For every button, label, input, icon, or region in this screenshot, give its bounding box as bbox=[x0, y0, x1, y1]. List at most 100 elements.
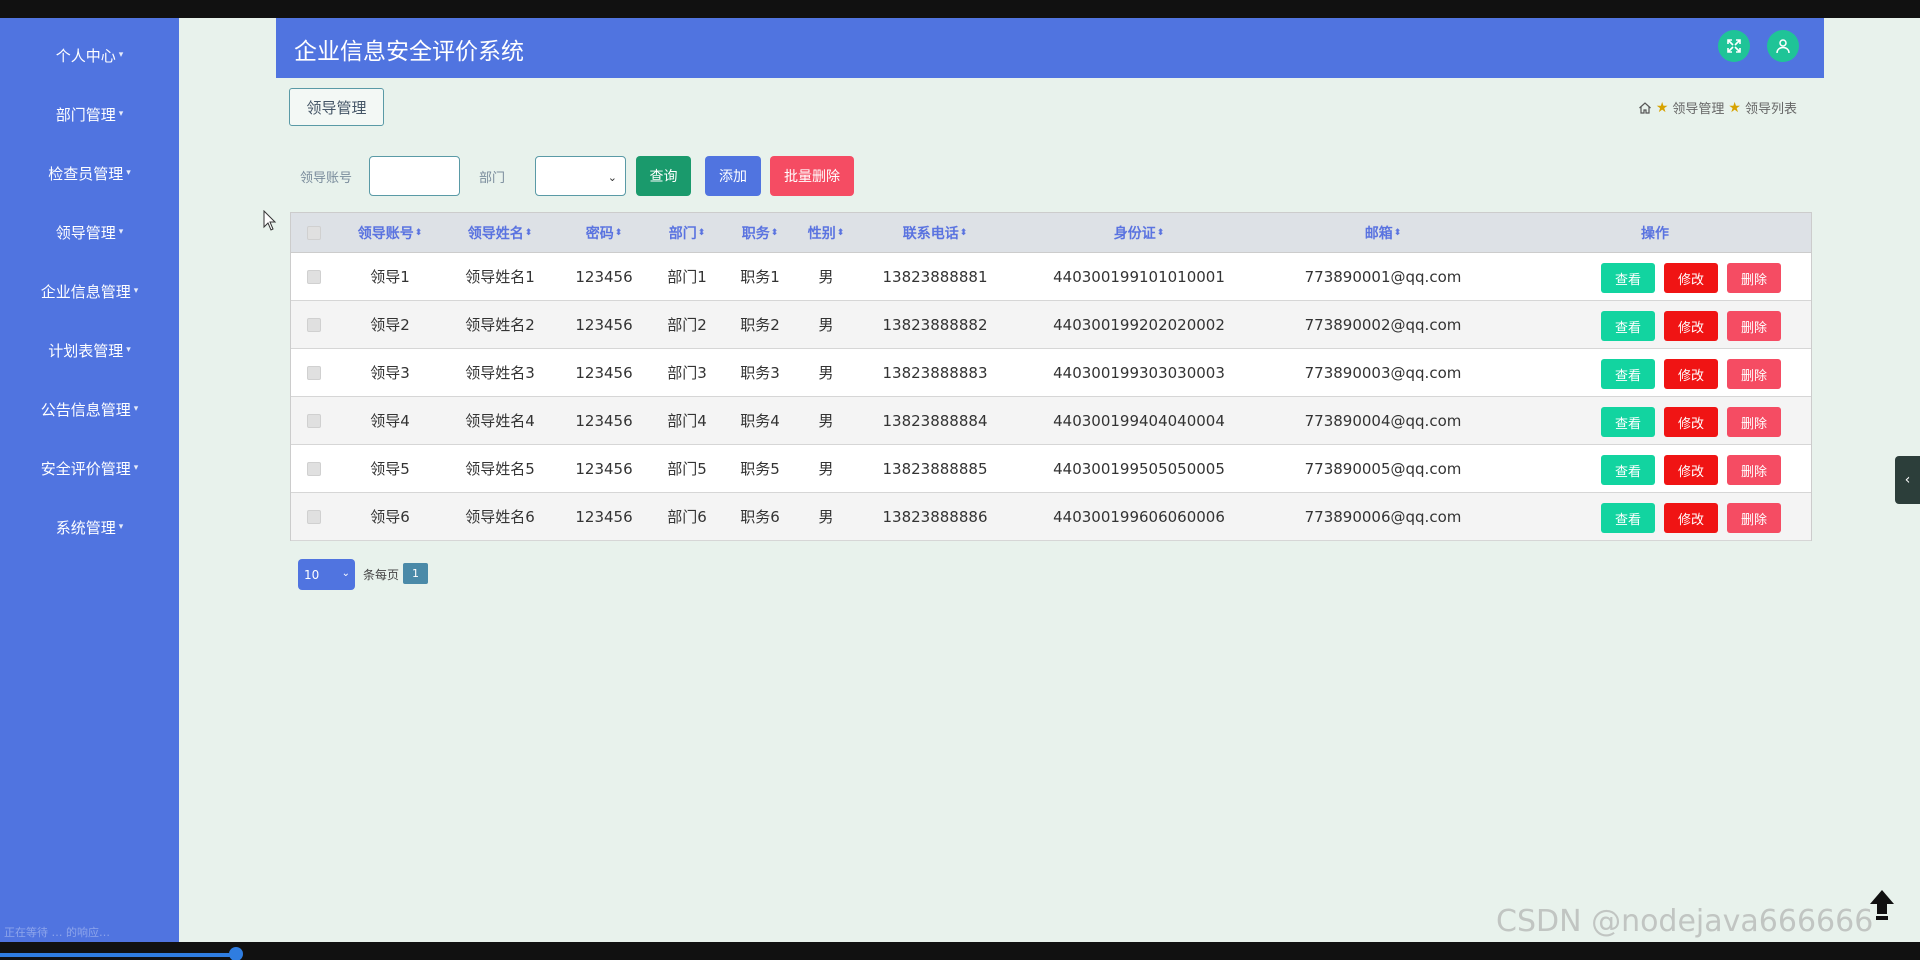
account-search-input[interactable] bbox=[369, 156, 460, 196]
cell-account: 领导1 bbox=[370, 268, 410, 286]
sidebar-item-inspector[interactable]: 检查员管理 ▾ bbox=[0, 153, 179, 193]
breadcrumb: ★ 领导管理 ★ 领导列表 bbox=[1638, 98, 1797, 117]
chevron-down-icon: ▾ bbox=[133, 404, 139, 414]
sidebar-item-department[interactable]: 部门管理 ▾ bbox=[0, 94, 179, 134]
view-button[interactable]: 查看 bbox=[1601, 311, 1655, 341]
star-icon: ★ bbox=[1728, 99, 1741, 116]
cell-password: 123456 bbox=[575, 315, 633, 334]
column-header-password[interactable]: 密码 ⬍ bbox=[586, 213, 623, 252]
row-checkbox[interactable] bbox=[307, 397, 321, 444]
edit-button[interactable]: 修改 bbox=[1664, 407, 1718, 437]
cell-gender: 男 bbox=[818, 316, 834, 334]
cell-password: 123456 bbox=[575, 363, 633, 382]
delete-button[interactable]: 删除 bbox=[1727, 311, 1781, 341]
column-header-id-card[interactable]: 身份证 ⬍ bbox=[1114, 213, 1165, 252]
checkbox-box bbox=[307, 413, 321, 428]
sort-icon: ⬍ bbox=[524, 227, 533, 238]
column-header-email[interactable]: 邮箱 ⬍ bbox=[1365, 213, 1402, 252]
chevron-down-icon: ⌄ bbox=[341, 568, 350, 579]
home-icon[interactable] bbox=[1638, 101, 1652, 115]
progress-knob[interactable] bbox=[229, 947, 243, 960]
video-progress-bar[interactable] bbox=[0, 953, 238, 957]
cell-department: 部门1 bbox=[667, 268, 707, 286]
sidebar-item-system[interactable]: 系统管理 ▾ bbox=[0, 507, 179, 547]
sidebar-item-plan[interactable]: 计划表管理 ▾ bbox=[0, 330, 179, 370]
side-panel-toggle[interactable]: ‹ bbox=[1895, 456, 1920, 504]
delete-button[interactable]: 删除 bbox=[1727, 263, 1781, 293]
sidebar-item-leader[interactable]: 领导管理 ▾ bbox=[0, 212, 179, 252]
cell-email: 773890005@qq.com bbox=[1304, 459, 1462, 478]
delete-button[interactable]: 删除 bbox=[1727, 359, 1781, 389]
sidebar-item-label: 企业信息管理 bbox=[40, 282, 131, 301]
header-label: 性别 bbox=[807, 225, 836, 242]
chevron-down-icon: ▾ bbox=[118, 227, 124, 237]
view-button[interactable]: 查看 bbox=[1601, 407, 1655, 437]
sidebar-item-notice[interactable]: 公告信息管理 ▾ bbox=[0, 389, 179, 429]
checkbox-box bbox=[307, 509, 321, 524]
delete-button[interactable]: 删除 bbox=[1727, 455, 1781, 485]
chevron-down-icon: ▾ bbox=[133, 463, 139, 473]
cell-account: 领导2 bbox=[370, 316, 410, 334]
view-button[interactable]: 查看 bbox=[1601, 263, 1655, 293]
cell-gender: 男 bbox=[818, 460, 834, 478]
breadcrumb-item[interactable]: 领导管理 bbox=[1672, 98, 1724, 117]
edit-button[interactable]: 修改 bbox=[1664, 503, 1718, 533]
batch-delete-button[interactable]: 批量删除 bbox=[770, 156, 854, 196]
cell-id-card: 440300199202020002 bbox=[1053, 315, 1225, 334]
column-header-gender[interactable]: 性别 ⬍ bbox=[808, 213, 845, 252]
cell-phone: 13823888883 bbox=[882, 363, 988, 382]
department-select[interactable]: ⌄ bbox=[535, 156, 626, 196]
user-menu-button[interactable] bbox=[1767, 30, 1799, 62]
edit-button[interactable]: 修改 bbox=[1664, 311, 1718, 341]
header-label: 领导姓名 bbox=[467, 225, 524, 242]
row-checkbox[interactable] bbox=[307, 493, 321, 540]
column-header-account[interactable]: 领导账号 ⬍ bbox=[358, 213, 423, 252]
user-icon bbox=[1776, 39, 1790, 54]
page-size-select[interactable]: 10 ⌄ bbox=[298, 559, 355, 590]
sidebar: 个人中心 ▾ 部门管理 ▾ 检查员管理 ▾ 领导管理 ▾ 企业信息管理 ▾ 计划表管理 ▾ … bbox=[0, 18, 179, 942]
sidebar-item-label: 公告信息管理 bbox=[40, 400, 131, 419]
edit-button[interactable]: 修改 bbox=[1664, 263, 1718, 293]
row-checkbox[interactable] bbox=[307, 253, 321, 300]
select-all-checkbox[interactable] bbox=[307, 213, 321, 252]
table-row: 领导1 领导姓名1 123456 部门1 职务1 男 13823888881 44030019… bbox=[291, 253, 1811, 301]
cell-department: 部门3 bbox=[667, 364, 707, 382]
view-button[interactable]: 查看 bbox=[1601, 503, 1655, 533]
delete-button[interactable]: 删除 bbox=[1727, 503, 1781, 533]
sidebar-item-label: 计划表管理 bbox=[48, 341, 124, 360]
star-icon: ★ bbox=[1655, 99, 1669, 116]
column-header-department[interactable]: 部门 ⬍ bbox=[669, 213, 706, 252]
column-header-position[interactable]: 职务 ⬍ bbox=[742, 213, 779, 252]
row-checkbox[interactable] bbox=[307, 445, 321, 492]
sidebar-item-enterprise-info[interactable]: 企业信息管理 ▾ bbox=[0, 271, 179, 311]
app-title: 企业信息安全评价系统 bbox=[294, 39, 524, 65]
sort-icon: ⬍ bbox=[1393, 227, 1402, 238]
cell-gender: 男 bbox=[818, 268, 834, 286]
fullscreen-button[interactable] bbox=[1718, 30, 1750, 62]
account-label: 领导账号 bbox=[300, 171, 353, 186]
row-checkbox[interactable] bbox=[307, 349, 321, 396]
add-button[interactable]: 添加 bbox=[705, 156, 761, 196]
cell-phone: 13823888881 bbox=[882, 267, 988, 286]
query-button[interactable]: 查询 bbox=[636, 156, 691, 196]
view-button[interactable]: 查看 bbox=[1601, 455, 1655, 485]
department-label: 部门 bbox=[479, 171, 506, 186]
edit-button[interactable]: 修改 bbox=[1664, 455, 1718, 485]
cell-phone: 13823888885 bbox=[882, 459, 988, 478]
row-checkbox[interactable] bbox=[307, 301, 321, 348]
table-row: 领导2 领导姓名2 123456 部门2 职务2 男 13823888882 44030019… bbox=[291, 301, 1811, 349]
table-row: 领导3 领导姓名3 123456 部门3 职务3 男 13823888883 44030019… bbox=[291, 349, 1811, 397]
column-header-name[interactable]: 领导姓名 ⬍ bbox=[468, 213, 533, 252]
edit-button[interactable]: 修改 bbox=[1664, 359, 1718, 389]
sidebar-item-personal-center[interactable]: 个人中心 ▾ bbox=[0, 35, 179, 75]
column-header-phone[interactable]: 联系电话 ⬍ bbox=[903, 213, 968, 252]
header-label: 邮箱 bbox=[1364, 225, 1393, 242]
sidebar-item-safety-eval[interactable]: 安全评价管理 ▾ bbox=[0, 448, 179, 488]
checkbox-box bbox=[307, 317, 321, 332]
view-button[interactable]: 查看 bbox=[1601, 359, 1655, 389]
delete-button[interactable]: 删除 bbox=[1727, 407, 1781, 437]
chevron-down-icon: ⌄ bbox=[607, 171, 617, 184]
page-number-button[interactable]: 1 bbox=[403, 563, 428, 584]
leader-table: 领导账号 ⬍ 领导姓名 ⬍ 密码 ⬍ 部门 ⬍ 职务 ⬍ 性别 ⬍ 联系电话 ⬍ 身份证 ⬍ 邮… bbox=[290, 212, 1812, 541]
cell-account: 领导6 bbox=[370, 508, 410, 526]
